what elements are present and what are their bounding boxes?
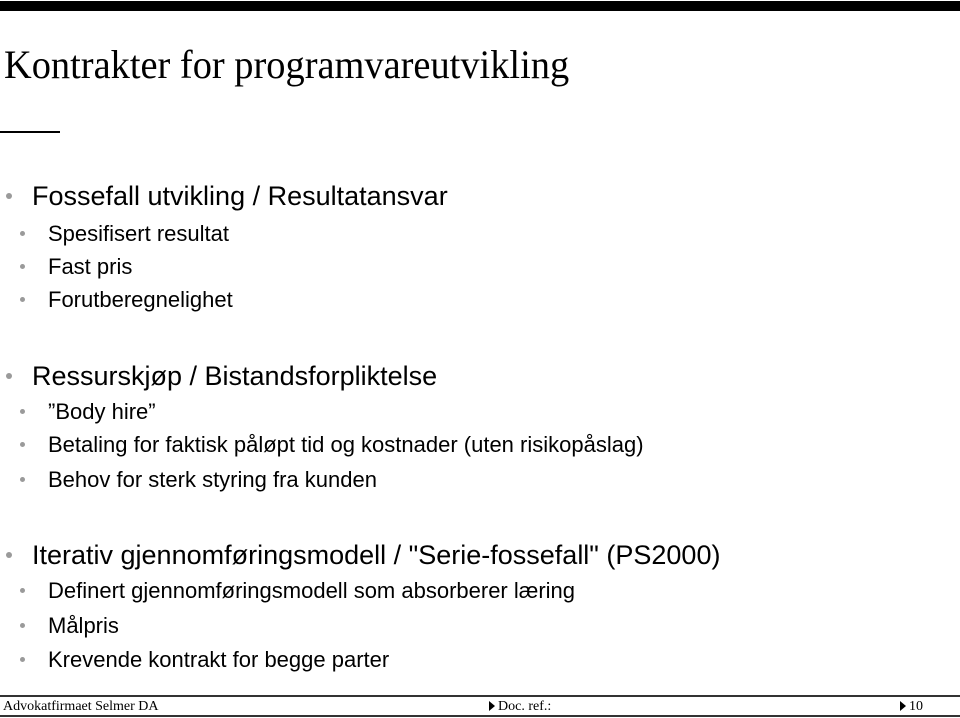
bullet-level2: ”Body hire” [20,398,156,426]
bullet-level1: Fossefall utvikling / Resultatansvar [6,180,448,212]
bullet-dot-icon [20,477,25,482]
footer-divider-bottom [0,715,960,717]
bullet-level2: Målpris [20,612,119,640]
bullet-text: Krevende kontrakt for begge parter [48,647,390,672]
bullet-text: Målpris [48,613,119,638]
bullet-dot-icon [20,623,25,628]
bullet-level2: Behov for sterk styring fra kunden [20,466,377,494]
bullet-text: Fossefall utvikling / Resultatansvar [32,181,448,211]
bullet-level1: Ressurskjøp / Bistandsforpliktelse [6,360,438,392]
bullet-text: Forutberegnelighet [48,287,233,312]
bullet-level2: Forutberegnelighet [20,286,233,314]
footer-page-number: 10 [909,699,923,714]
bullet-text: Behov for sterk styring fra kunden [48,467,377,492]
bullet-dot-icon [6,193,12,199]
bullet-dot-icon [20,409,25,414]
footer-divider-top [0,695,960,697]
top-bar [0,1,960,11]
bullet-dot-icon [20,264,25,269]
slide-title: Kontrakter for programvareutvikling [4,42,570,87]
footer-doc-ref-label: Doc. ref.: [498,699,552,714]
bullet-level2: Betaling for faktisk påløpt tid og kostn… [20,431,644,459]
bullet-level2: Krevende kontrakt for begge parter [20,646,390,674]
bullet-dot-icon [20,657,25,662]
bullet-text: Fast pris [48,254,133,279]
triangle-right-icon [900,701,906,711]
title-underline [0,131,60,133]
triangle-right-icon [489,701,495,711]
bullet-text: Betaling for faktisk påløpt tid og kostn… [48,432,644,457]
bullet-text: Spesifisert resultat [48,221,229,246]
bullet-dot-icon [6,373,12,379]
bullet-dot-icon [6,552,12,558]
bullet-level2: Definert gjennomføringsmodell som absorb… [20,577,576,605]
bullet-text: ”Body hire” [48,399,156,424]
footer-company: Advokatfirmaet Selmer DA [3,699,159,714]
bullet-dot-icon [20,588,25,593]
bullet-text: Definert gjennomføringsmodell som absorb… [48,578,576,603]
bullet-dot-icon [20,442,25,447]
bullet-level2: Fast pris [20,253,133,281]
bullet-level2: Spesifisert resultat [20,220,229,248]
footer-page: 10 [900,699,923,715]
bullet-level1: Iterativ gjennomføringsmodell / "Serie-f… [6,539,721,571]
bullet-dot-icon [20,231,25,236]
bullet-dot-icon [20,297,25,302]
bullet-text: Ressurskjøp / Bistandsforpliktelse [32,361,438,391]
footer-doc-ref: Doc. ref.: [489,699,551,715]
bullet-text: Iterativ gjennomføringsmodell / "Serie-f… [32,540,721,570]
